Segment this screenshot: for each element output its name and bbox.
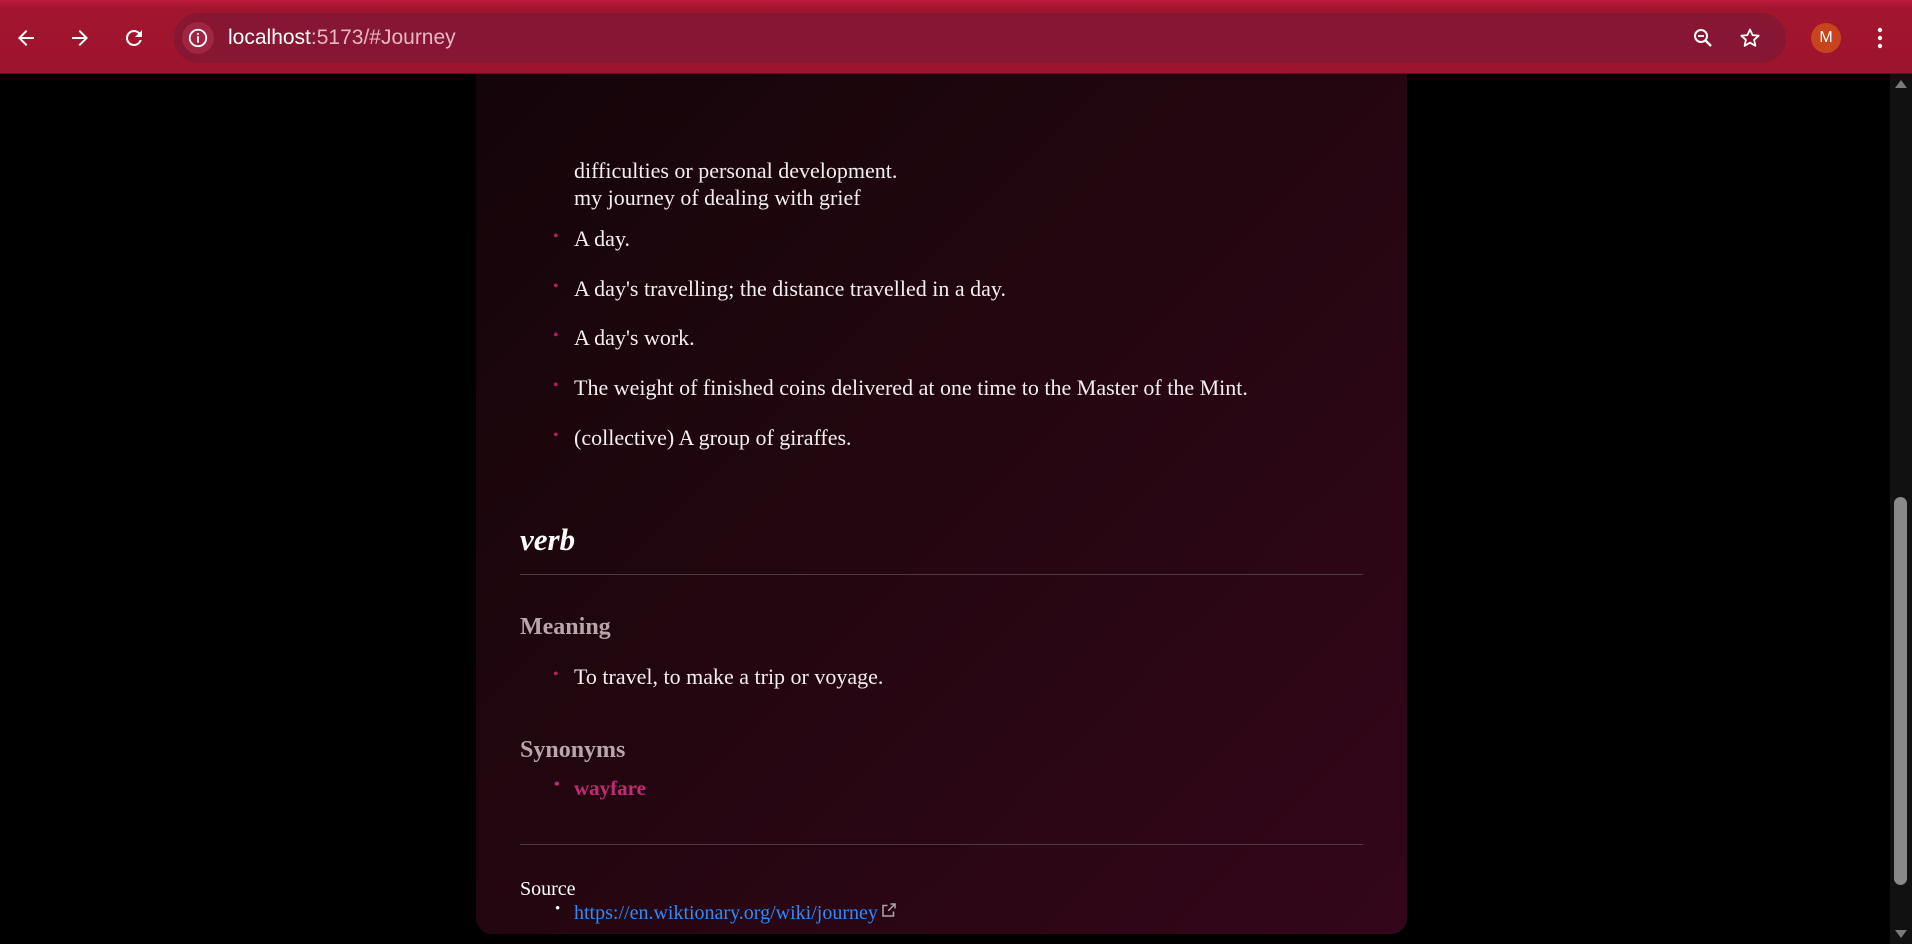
bullet-icon: • xyxy=(555,901,561,917)
bullet-icon: • xyxy=(554,776,560,793)
definition-text: A day. xyxy=(574,226,631,251)
forward-button[interactable] xyxy=(60,18,100,58)
definition-item: • A day. xyxy=(553,226,631,252)
source-divider xyxy=(520,844,1363,845)
scroll-up-arrow-icon[interactable] xyxy=(1895,80,1907,88)
browser-menu-button[interactable] xyxy=(1865,22,1895,54)
kebab-menu-icon xyxy=(1877,27,1883,49)
arrow-right-icon xyxy=(72,30,88,46)
page-viewport: difficulties or personal development. my… xyxy=(0,74,1912,944)
definition-text: The weight of finished coins delivered a… xyxy=(574,375,1248,400)
external-link-icon xyxy=(878,902,898,925)
section-divider xyxy=(520,574,1363,575)
info-icon xyxy=(188,28,208,48)
synonyms-heading: Synonyms xyxy=(520,737,626,763)
bullet-icon: • xyxy=(553,666,559,683)
site-info-button[interactable] xyxy=(182,22,214,54)
bullet-icon: • xyxy=(553,427,559,444)
address-bar[interactable]: localhost:5173/#Journey xyxy=(174,13,1786,63)
definition-text: (collective) A group of giraffes. xyxy=(574,425,852,450)
definition-text: To travel, to make a trip or voyage. xyxy=(574,664,884,689)
definition-item: • A day's work. xyxy=(553,325,695,351)
bullet-icon: • xyxy=(553,278,559,295)
star-icon xyxy=(1740,28,1760,47)
definition-item: • (collective) A group of giraffes. xyxy=(553,425,852,451)
url-text[interactable]: localhost:5173/#Journey xyxy=(228,13,456,63)
vertical-scrollbar[interactable] xyxy=(1890,74,1912,944)
bullet-icon: • xyxy=(553,377,559,394)
profile-avatar[interactable]: M xyxy=(1811,23,1841,53)
source-label: Source xyxy=(520,878,576,900)
url-path: :5173/#Journey xyxy=(310,26,456,49)
definition-text: A day's travelling; the distance travell… xyxy=(574,276,1007,301)
arrow-left-icon xyxy=(18,30,34,46)
part-of-speech-heading: verb xyxy=(520,522,576,557)
definition-text: A day's work. xyxy=(574,325,695,350)
back-button[interactable] xyxy=(6,18,46,58)
source-link[interactable]: • https://en.wiktionary.org/wiki/journey xyxy=(555,901,898,925)
zoom-icon xyxy=(1694,29,1712,47)
definition-example: my journey of dealing with grief xyxy=(574,185,861,210)
bullet-icon: • xyxy=(553,327,559,344)
synonym-text: wayfare xyxy=(574,776,646,800)
bullet-icon: • xyxy=(553,228,559,245)
browser-toolbar: localhost:5173/#Journey M xyxy=(0,0,1912,74)
definition-item: • A day's travelling; the distance trave… xyxy=(553,276,1007,302)
definition-card: difficulties or personal development. my… xyxy=(476,74,1407,934)
definition-item: • The weight of finished coins delivered… xyxy=(553,375,1248,401)
url-host: localhost xyxy=(228,26,311,49)
meaning-heading: Meaning xyxy=(520,614,611,640)
scrollbar-thumb[interactable] xyxy=(1894,497,1907,885)
scroll-down-arrow-icon[interactable] xyxy=(1895,930,1907,938)
zoom-button[interactable] xyxy=(1688,23,1718,53)
source-url: https://en.wiktionary.org/wiki/journey xyxy=(574,902,878,924)
synonym-link[interactable]: • wayfare xyxy=(554,776,646,801)
reload-button[interactable] xyxy=(114,18,154,58)
reload-icon xyxy=(125,29,142,46)
bookmark-button[interactable] xyxy=(1735,23,1765,53)
definition-continued-line: difficulties or personal development. xyxy=(574,158,898,183)
definition-item: • To travel, to make a trip or voyage. xyxy=(553,664,884,690)
